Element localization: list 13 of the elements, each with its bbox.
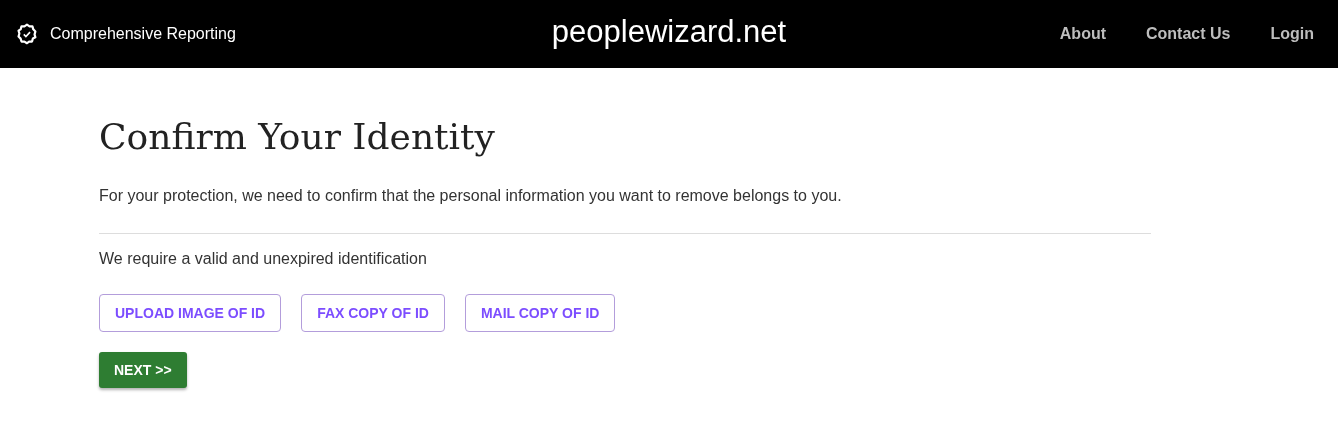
nav-link[interactable]: Login xyxy=(1270,25,1314,43)
nav-link[interactable]: Contact Us xyxy=(1146,25,1231,43)
id-option-button[interactable]: MAIL COPY OF ID xyxy=(464,294,616,332)
page-title: Confirm Your Identity xyxy=(99,116,496,157)
badge-check-icon xyxy=(16,23,38,45)
site-title: peoplewizard.net xyxy=(551,14,787,50)
next-button[interactable]: NEXT >> xyxy=(99,352,187,388)
intro-text: For your protection, we need to confirm that the personal information you want to remove belongs to you. xyxy=(99,187,843,205)
id-option-button[interactable]: FAX COPY OF ID xyxy=(301,294,445,332)
nav-link[interactable]: About xyxy=(1059,25,1106,43)
brand-name: Comprehensive Reporting xyxy=(50,25,236,43)
id-option-button[interactable]: UPLOAD IMAGE OF ID xyxy=(99,294,282,332)
requirement-text: We require a valid and unexpired identification xyxy=(99,250,428,268)
